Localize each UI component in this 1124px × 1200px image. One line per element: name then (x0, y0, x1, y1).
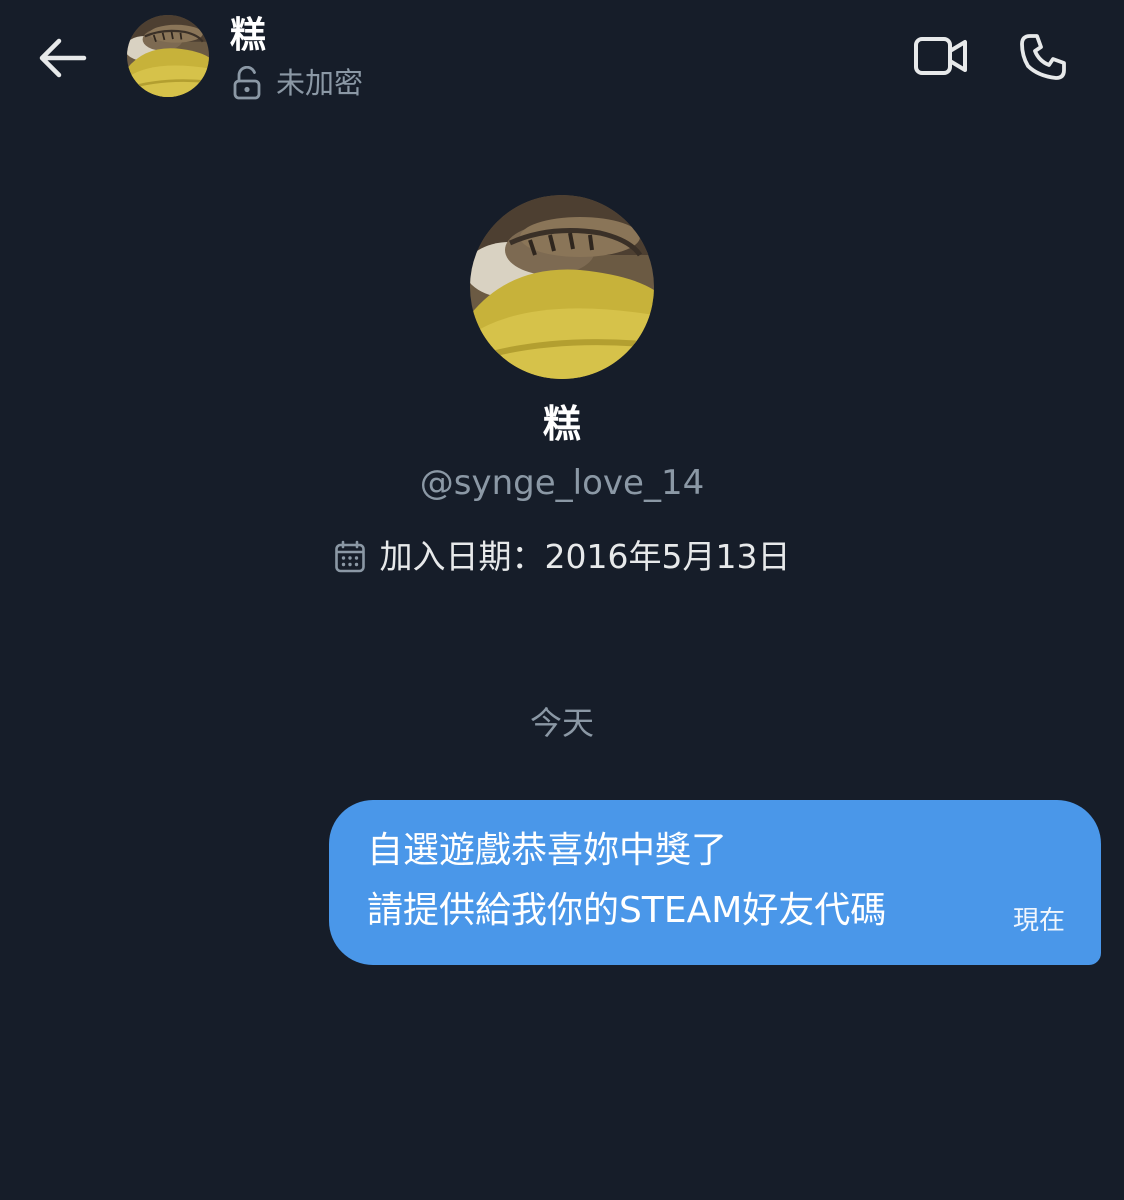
profile-name[interactable]: 糕 (0, 398, 1124, 450)
encryption-status[interactable]: 未加密 (232, 64, 363, 102)
voice-call-button[interactable] (1010, 26, 1076, 88)
message-text-line: 請提供給我你的STEAM好友代碼 (367, 890, 887, 931)
unlocked-padlock-icon (233, 66, 261, 100)
back-arrow-icon (39, 38, 87, 78)
date-divider: 今天 (529, 704, 594, 742)
phone-icon (1020, 34, 1066, 80)
video-call-button[interactable] (906, 28, 976, 84)
cat-avatar-image (127, 15, 209, 97)
outgoing-message-bubble[interactable]: 自選遊戲恭喜妳中獎了 請提供給我你的STEAM好友代碼 現在 (329, 800, 1101, 965)
message-timestamp: 現在 (1012, 906, 1065, 936)
joined-date-row: 加入日期：2016年5月13日 (0, 530, 1124, 584)
dm-conversation-screen: 糕 未加密 糕 @synge_love_14 加入日期：2016年5月13日 今… (0, 0, 1124, 1200)
calendar-icon (334, 540, 365, 573)
contact-name[interactable]: 糕 (230, 14, 266, 58)
joined-date-text: 加入日期：2016年5月13日 (379, 537, 791, 576)
message-text-line: 自選遊戲恭喜妳中獎了 (367, 830, 728, 871)
contact-avatar-large[interactable] (470, 195, 654, 379)
back-button[interactable] (34, 30, 90, 86)
profile-handle[interactable]: @synge_love_14 (0, 458, 1124, 508)
video-camera-icon (914, 37, 967, 75)
contact-avatar-small[interactable] (127, 15, 209, 97)
encryption-status-label: 未加密 (276, 66, 364, 100)
conversation-header: 糕 未加密 (0, 0, 1124, 115)
cat-avatar-image (470, 195, 654, 379)
